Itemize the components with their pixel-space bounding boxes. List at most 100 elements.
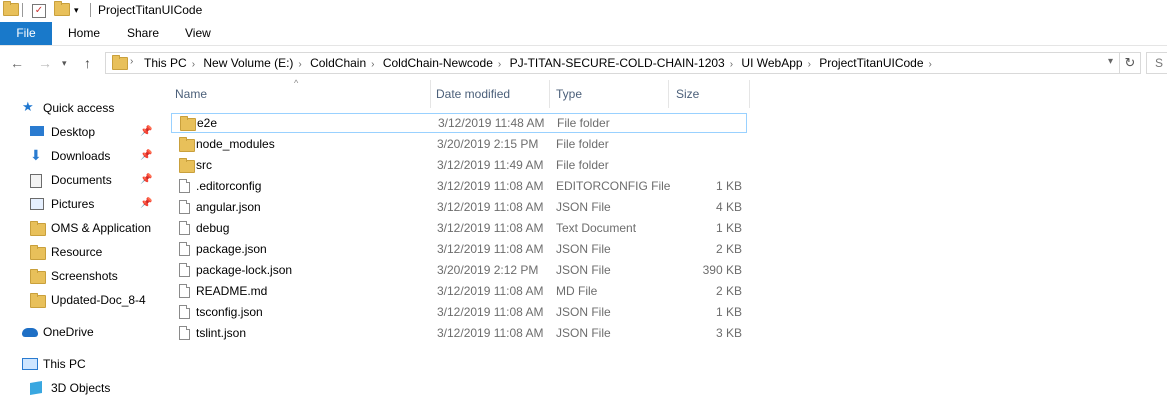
chevron-right-icon[interactable]: ›: [730, 59, 733, 70]
file-size: 3 KB: [715, 326, 742, 340]
pictures-icon: [30, 198, 44, 210]
customize-toolbar-icon[interactable]: ▾: [74, 5, 79, 21]
nav-label: Desktop: [51, 125, 96, 139]
breadcrumb: This PC › New Volume (E:) › ColdChain › Col…: [144, 56, 937, 70]
nav-label: Quick access: [43, 101, 115, 115]
file-row[interactable]: e2e 3/12/2019 11:48 AM File folder: [171, 113, 747, 133]
column-header-size[interactable]: Size: [676, 80, 746, 108]
file-type: Text Document: [556, 221, 637, 235]
folder-icon: [3, 1, 19, 19]
file-date: 3/20/2019 2:15 PM: [437, 137, 539, 151]
file-date: 3/12/2019 11:08 AM: [437, 326, 544, 340]
chevron-right-icon[interactable]: ›: [192, 59, 195, 70]
file-size: 390 KB: [702, 263, 742, 277]
chevron-right-icon[interactable]: ›: [371, 59, 374, 70]
downloads-icon: ⬇: [30, 147, 42, 163]
properties-icon[interactable]: ✓: [32, 4, 46, 18]
refresh-icon[interactable]: ↻: [1119, 52, 1141, 74]
new-folder-icon[interactable]: [54, 1, 70, 19]
file-type: File folder: [556, 137, 609, 151]
nav-label: OneDrive: [43, 325, 94, 339]
cloud-icon: [22, 328, 38, 337]
nav-label: Resource: [51, 245, 103, 259]
file-date: 3/12/2019 11:08 AM: [437, 284, 544, 298]
column-divider[interactable]: [749, 80, 750, 108]
breadcrumb-projecttitanuicode[interactable]: ProjectTitanUICode: [819, 56, 923, 70]
pin-icon[interactable]: 📌: [140, 126, 152, 137]
nav-label: OMS & Application: [51, 221, 152, 235]
file-row[interactable]: README.md 3/12/2019 11:08 AM MD File 2 KB: [171, 281, 745, 301]
column-divider[interactable]: [430, 80, 431, 108]
file-icon: [179, 263, 190, 283]
tab-view[interactable]: View: [185, 22, 211, 45]
star-icon: ★: [22, 99, 34, 114]
tab-home[interactable]: Home: [68, 22, 100, 45]
file-date: 3/12/2019 11:08 AM: [437, 305, 544, 319]
file-icon: [179, 179, 190, 199]
folder-icon: [30, 269, 46, 290]
file-name: e2e: [197, 116, 218, 130]
file-type: File folder: [556, 158, 609, 172]
up-arrow-icon[interactable]: ↑: [84, 55, 91, 71]
recent-locations-icon[interactable]: ▾: [62, 58, 67, 69]
file-row[interactable]: tslint.json 3/12/2019 11:08 AM JSON File 3 …: [171, 323, 745, 343]
file-row[interactable]: .editorconfig 3/12/2019 11:08 AM EDITORCON…: [171, 176, 745, 196]
back-arrow-icon[interactable]: ←: [10, 55, 24, 71]
chevron-right-icon[interactable]: ›: [929, 59, 932, 70]
file-type: EDITORCONFIG File: [556, 179, 671, 193]
file-size: 1 KB: [715, 221, 742, 235]
pin-icon[interactable]: 📌: [140, 198, 152, 209]
file-row[interactable]: package.json 3/12/2019 11:08 AM JSON File 2…: [171, 239, 745, 259]
pin-icon[interactable]: 📌: [140, 174, 152, 185]
column-header-name[interactable]: Name: [175, 80, 430, 108]
column-divider[interactable]: [549, 80, 550, 108]
computer-icon: [22, 358, 38, 370]
file-name: package-lock.json: [196, 263, 293, 277]
tab-file[interactable]: File: [0, 22, 52, 45]
file-date: 3/12/2019 11:48 AM: [438, 116, 545, 130]
file-size: 2 KB: [715, 242, 742, 256]
search-input[interactable]: S: [1146, 52, 1167, 74]
documents-icon: [30, 174, 42, 188]
desktop-icon: [30, 126, 44, 136]
file-row[interactable]: src 3/12/2019 11:49 AM File folder: [171, 155, 745, 175]
column-header-date[interactable]: Date modified: [436, 80, 546, 108]
breadcrumb-ui-webapp[interactable]: UI WebApp: [741, 56, 802, 70]
column-divider[interactable]: [668, 80, 669, 108]
breadcrumb-coldchain[interactable]: ColdChain: [310, 56, 366, 70]
forward-arrow-icon[interactable]: →: [38, 55, 52, 71]
separator: [22, 3, 23, 17]
tab-share[interactable]: Share: [127, 22, 159, 45]
chevron-right-icon[interactable]: ›: [498, 59, 501, 70]
chevron-right-icon[interactable]: ›: [298, 59, 301, 70]
breadcrumb-coldchain-newcode[interactable]: ColdChain-Newcode: [383, 56, 493, 70]
nav-label: 3D Objects: [51, 381, 111, 395]
file-row[interactable]: angular.json 3/12/2019 11:08 AM JSON File 4…: [171, 197, 745, 217]
folder-icon: [112, 55, 128, 73]
file-row[interactable]: debug 3/12/2019 11:08 AM Text Document 1 KB: [171, 218, 745, 238]
breadcrumb-new-volume[interactable]: New Volume (E:): [203, 56, 293, 70]
chevron-right-icon[interactable]: ›: [130, 56, 133, 67]
file-type: JSON File: [556, 326, 611, 340]
address-bar[interactable]: › This PC › New Volume (E:) › ColdChain › C…: [105, 52, 1120, 74]
file-icon: [179, 305, 190, 325]
file-size: 2 KB: [715, 284, 742, 298]
nav-label: Screenshots: [51, 269, 118, 283]
file-name: angular.json: [196, 200, 261, 214]
file-size: 1 KB: [715, 179, 742, 193]
breadcrumb-pj-titan[interactable]: PJ-TITAN-SECURE-COLD-CHAIN-1203: [510, 56, 725, 70]
navigation-pane: ★ Quick access Desktop 📌 ⬇ Downloads 📌 D…: [0, 92, 158, 402]
file-icon: [179, 242, 190, 262]
file-type: File folder: [557, 116, 610, 130]
file-row[interactable]: tsconfig.json 3/12/2019 11:08 AM JSON File…: [171, 302, 745, 322]
chevron-down-icon[interactable]: ▾: [1108, 56, 1113, 67]
pin-icon[interactable]: 📌: [140, 150, 152, 161]
file-row[interactable]: node_modules 3/20/2019 2:15 PM File folder: [171, 134, 745, 154]
chevron-right-icon[interactable]: ›: [808, 59, 811, 70]
column-header-type[interactable]: Type: [556, 80, 666, 108]
breadcrumb-this-pc[interactable]: This PC: [144, 56, 187, 70]
file-row[interactable]: package-lock.json 3/20/2019 2:12 PM JSON F…: [171, 260, 745, 280]
address-row: ← → ▾ ↑ › This PC › New Volume (E:) › Cold…: [0, 50, 1167, 76]
file-name: node_modules: [196, 137, 275, 151]
file-name: debug: [196, 221, 230, 235]
